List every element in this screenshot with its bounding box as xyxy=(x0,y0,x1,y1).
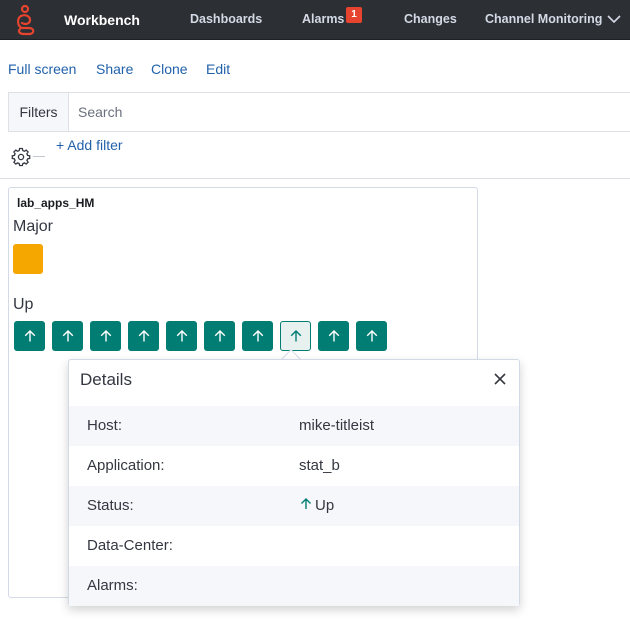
search-input[interactable] xyxy=(78,99,618,125)
arrow-up-icon xyxy=(328,330,339,342)
up-status-tile[interactable] xyxy=(318,321,349,351)
app-title[interactable]: Workbench xyxy=(64,12,140,28)
arrow-up-icon xyxy=(214,330,225,342)
clone-link[interactable]: Clone xyxy=(151,61,188,77)
arrow-up-icon xyxy=(290,330,301,342)
arrow-up-icon xyxy=(366,330,377,342)
detail-key: Host: xyxy=(87,417,123,434)
detail-key: Alarms: xyxy=(87,577,138,594)
filter-bar: Filters xyxy=(8,92,630,132)
close-icon[interactable] xyxy=(493,372,507,386)
gear-icon[interactable] xyxy=(11,147,31,167)
status-value: Up xyxy=(315,497,335,514)
up-status-tile[interactable] xyxy=(242,321,273,351)
detail-row-alarms: Alarms: xyxy=(69,566,519,606)
add-filter-link[interactable]: + Add filter xyxy=(56,137,123,153)
filters-tab[interactable]: Filters xyxy=(8,93,69,131)
up-label: Up xyxy=(13,296,34,313)
chevron-down-icon[interactable] xyxy=(606,12,622,26)
detail-key: Data-Center: xyxy=(87,537,173,554)
nav-item-dashboards[interactable]: Dashboards xyxy=(190,12,262,26)
nav-item-changes[interactable]: Changes xyxy=(404,12,457,26)
dashboard-actions: Full screen Share Clone Edit xyxy=(0,40,630,92)
detail-row-application: Application: stat_b xyxy=(69,446,519,486)
top-nav: Workbench Dashboards Alarms 1 Changes Ch… xyxy=(0,0,630,40)
detail-value: mike-titleist xyxy=(299,417,375,434)
detail-value: stat_b xyxy=(299,457,340,474)
alarms-badge: 1 xyxy=(346,7,362,23)
arrow-up-icon xyxy=(176,330,187,342)
section-divider xyxy=(0,178,630,179)
arrow-up-icon xyxy=(62,330,73,342)
major-label: Major xyxy=(13,218,54,235)
arrow-up-icon xyxy=(252,330,263,342)
genesys-logo-icon[interactable] xyxy=(16,4,38,36)
up-status-tile[interactable] xyxy=(204,321,235,351)
up-status-tile[interactable] xyxy=(90,321,121,351)
major-status-tile[interactable] xyxy=(13,244,43,274)
arrow-up-icon xyxy=(24,330,35,342)
detail-key: Application: xyxy=(87,457,165,474)
up-status-tile[interactable] xyxy=(280,321,311,351)
popover-title: Details xyxy=(80,370,132,389)
up-status-tile[interactable] xyxy=(356,321,387,351)
detail-row-data-center: Data-Center: xyxy=(69,526,519,566)
detail-row-host: Host: mike-titleist xyxy=(69,406,519,446)
details-popover: Details Host: mike-titleist Application:… xyxy=(68,359,520,606)
gear-divider xyxy=(33,156,45,157)
up-status-tile[interactable] xyxy=(128,321,159,351)
nav-item-alarms[interactable]: Alarms xyxy=(302,12,344,26)
up-status-tile[interactable] xyxy=(52,321,83,351)
detail-key: Status: xyxy=(87,497,134,514)
edit-link[interactable]: Edit xyxy=(206,61,230,77)
arrow-up-icon xyxy=(301,498,311,509)
detail-row-status: Status: Up xyxy=(69,486,519,526)
full-screen-link[interactable]: Full screen xyxy=(8,61,76,77)
panel-title: lab_apps_HM xyxy=(17,196,95,210)
up-status-tile[interactable] xyxy=(14,321,45,351)
up-status-row xyxy=(13,321,473,353)
nav-item-channel-monitoring[interactable]: Channel Monitoring xyxy=(485,12,602,26)
up-status-tile[interactable] xyxy=(166,321,197,351)
arrow-up-icon xyxy=(100,330,111,342)
detail-value-status: Up xyxy=(299,497,334,514)
arrow-up-icon xyxy=(138,330,149,342)
share-link[interactable]: Share xyxy=(96,61,133,77)
